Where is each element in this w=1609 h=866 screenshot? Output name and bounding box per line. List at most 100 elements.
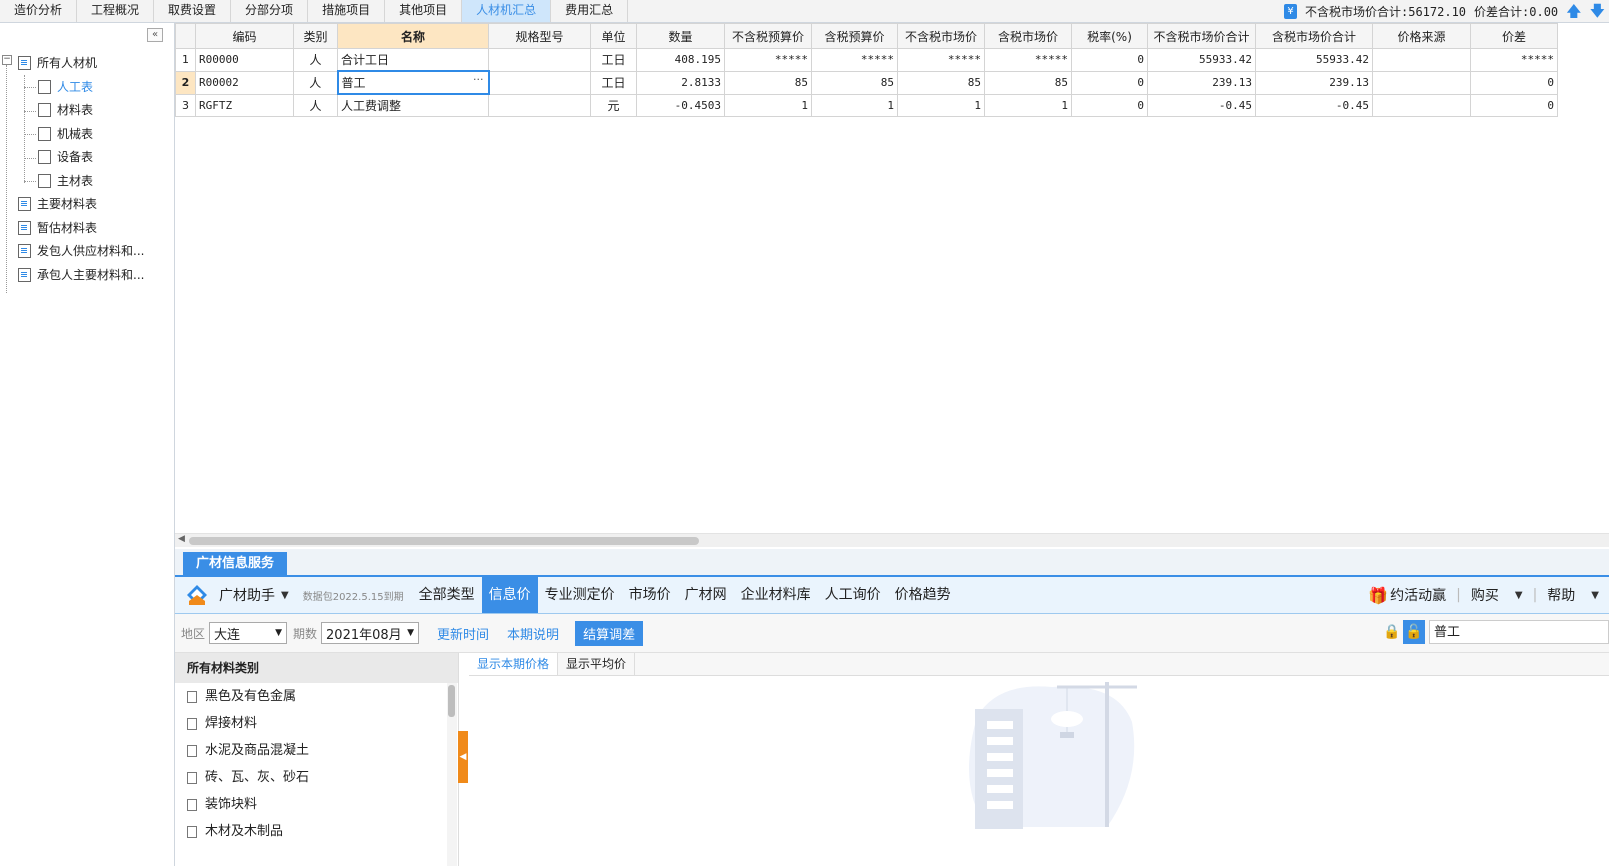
period-select[interactable]: 2021年08月 ▼ — [321, 622, 420, 644]
buy-menu[interactable]: 购买 — [1471, 585, 1499, 605]
cell-diff[interactable]: 0 — [1470, 70, 1558, 95]
list-item[interactable]: 黑色及有色金属 — [175, 683, 458, 710]
tree-item-contractor-materials[interactable]: 承包人主要材料和... — [18, 265, 144, 285]
settle-adjust-button[interactable]: 结算调差 — [575, 620, 644, 646]
cell-total-ex[interactable]: -0.45 — [1147, 93, 1256, 117]
cell-market-in[interactable]: ***** — [984, 48, 1072, 72]
cell-type[interactable]: 人 — [293, 70, 338, 95]
tree-item-key-materials[interactable]: 主要材料表 — [18, 194, 97, 214]
tree-item-materials[interactable]: 材料表 — [38, 100, 93, 120]
tab-fee-settings[interactable]: 取费设置 — [154, 0, 232, 22]
tab-measures[interactable]: 措施项目 — [308, 0, 386, 22]
tab-average-price[interactable]: 显示平均价 — [558, 653, 636, 675]
cell-diff[interactable]: 0 — [1470, 93, 1558, 117]
tab-info-service[interactable]: 广材信息服务 — [183, 552, 287, 576]
cell-market-in[interactable]: 85 — [984, 70, 1072, 95]
chevron-down-icon[interactable]: ▼ — [1591, 590, 1599, 601]
scrollbar-thumb[interactable] — [189, 537, 699, 545]
cell-name-selected[interactable]: 普工 ··· — [336, 70, 490, 95]
tree-item-all-resources[interactable]: 所有人材机 — [18, 53, 97, 73]
update-time-button[interactable]: 更新时间 — [437, 624, 489, 643]
table-row[interactable]: 2 R00002 人 普工 ··· 工日 2.8133 85 85 85 85 0… — [175, 70, 1558, 95]
row-number[interactable]: 2 — [175, 70, 196, 95]
cell-budget-in[interactable]: 1 — [811, 93, 898, 117]
cell-spec[interactable] — [488, 48, 591, 72]
column-header[interactable]: 含税预算价 — [811, 23, 898, 49]
scrollbar-thumb[interactable] — [448, 685, 455, 717]
nav-price-trend[interactable]: 价格趋势 — [888, 577, 958, 613]
nav-professional-price[interactable]: 专业测定价 — [538, 577, 622, 613]
tree-item-main-materials[interactable]: 主材表 — [38, 171, 93, 191]
list-item[interactable]: 焊接材料 — [175, 710, 458, 737]
arrow-down-icon[interactable]: 🡇 — [1590, 3, 1605, 19]
lock-icon[interactable]: 🔒 — [1381, 620, 1403, 644]
column-header[interactable]: 税率(%) — [1071, 23, 1148, 49]
cell-qty[interactable]: 2.8133 — [636, 70, 725, 95]
cell-market-in[interactable]: 1 — [984, 93, 1072, 117]
nav-enterprise-library[interactable]: 企业材料库 — [734, 577, 818, 613]
cell-total-in[interactable]: 55933.42 — [1255, 48, 1373, 72]
unlock-icon[interactable]: 🔓 — [1403, 620, 1425, 644]
cell-name[interactable]: 合计工日 — [337, 48, 489, 72]
column-header[interactable]: 价格来源 — [1372, 23, 1471, 49]
help-menu[interactable]: 帮助 — [1547, 585, 1575, 605]
search-input[interactable]: 普工 — [1429, 620, 1609, 644]
scroll-left-icon[interactable]: ◀ — [178, 534, 185, 544]
tab-sub-items[interactable]: 分部分项 — [231, 0, 309, 22]
tab-other-items[interactable]: 其他项目 — [385, 0, 463, 22]
nav-gc-web[interactable]: 广材网 — [678, 577, 734, 613]
cell-source[interactable] — [1372, 93, 1471, 117]
column-header[interactable]: 类别 — [293, 23, 338, 49]
cell-budget-in[interactable]: 85 — [811, 70, 898, 95]
cell-market-ex[interactable]: 85 — [897, 70, 985, 95]
cell-unit[interactable]: 元 — [590, 93, 637, 117]
column-header[interactable]: 含税市场价合计 — [1255, 23, 1373, 49]
nav-info-price[interactable]: 信息价 — [481, 577, 538, 613]
tree-item-equipment[interactable]: 设备表 — [38, 147, 93, 167]
tree-item-labor[interactable]: 人工表 — [38, 77, 93, 97]
period-notice-button[interactable]: 本期说明 — [507, 624, 559, 643]
gc-brand[interactable]: 广材助手 — [219, 585, 275, 605]
category-scrollbar[interactable] — [447, 683, 457, 866]
list-item[interactable]: 水泥及商品混凝土 — [175, 737, 458, 764]
column-header[interactable]: 名称 — [337, 23, 489, 49]
cell-total-ex[interactable]: 239.13 — [1147, 70, 1256, 95]
collapse-handle-icon[interactable]: ◀ — [458, 731, 468, 783]
cell-source[interactable] — [1372, 48, 1471, 72]
promo-link[interactable]: 约活动赢 — [1390, 585, 1446, 605]
tree-item-machinery[interactable]: 机械表 — [38, 124, 93, 144]
cell-qty[interactable]: -0.4503 — [636, 93, 725, 117]
column-header[interactable]: 含税市场价 — [984, 23, 1072, 49]
horizontal-scrollbar[interactable]: ◀ — [175, 533, 1609, 547]
chevron-down-icon[interactable]: ▼ — [281, 590, 289, 601]
column-header[interactable]: 不含税市场价 — [897, 23, 985, 49]
list-item[interactable]: 装饰块料 — [175, 791, 458, 818]
list-item[interactable]: 砖、瓦、灰、砂石 — [175, 764, 458, 791]
cell-budget-in[interactable]: ***** — [811, 48, 898, 72]
column-header[interactable]: 价差 — [1470, 23, 1558, 49]
column-header[interactable]: 不含税预算价 — [724, 23, 812, 49]
table-row[interactable]: 1 R00000 人 合计工日 工日 408.195 ***** ***** *… — [175, 48, 1558, 72]
tab-current-price[interactable]: 显示本期价格 — [469, 653, 559, 675]
tab-project-overview[interactable]: 工程概况 — [77, 0, 155, 22]
cell-budget-ex[interactable]: ***** — [724, 48, 812, 72]
row-number[interactable]: 1 — [175, 48, 196, 72]
cell-market-ex[interactable]: 1 — [897, 93, 985, 117]
cell-total-in[interactable]: -0.45 — [1255, 93, 1373, 117]
cell-tax[interactable]: 0 — [1071, 48, 1148, 72]
cell-spec[interactable] — [488, 93, 591, 117]
cell-type[interactable]: 人 — [293, 93, 338, 117]
cell-qty[interactable]: 408.195 — [636, 48, 725, 72]
tab-fee-summary[interactable]: 费用汇总 — [551, 0, 629, 22]
chevron-down-icon[interactable]: ▼ — [1515, 590, 1523, 601]
cell-tax[interactable]: 0 — [1071, 93, 1148, 117]
tree-collapse-icon[interactable]: − — [2, 55, 12, 65]
cell-budget-ex[interactable]: 1 — [724, 93, 812, 117]
cell-name[interactable]: 人工费调整 — [337, 93, 489, 117]
column-header[interactable]: 规格型号 — [488, 23, 591, 49]
cell-code[interactable]: R00000 — [195, 48, 294, 72]
cell-code[interactable]: R00002 — [195, 70, 294, 95]
gift-icon[interactable]: 🎁 — [1368, 586, 1388, 605]
collapse-panel-icon[interactable]: « — [147, 28, 163, 42]
cell-unit[interactable]: 工日 — [590, 48, 637, 72]
